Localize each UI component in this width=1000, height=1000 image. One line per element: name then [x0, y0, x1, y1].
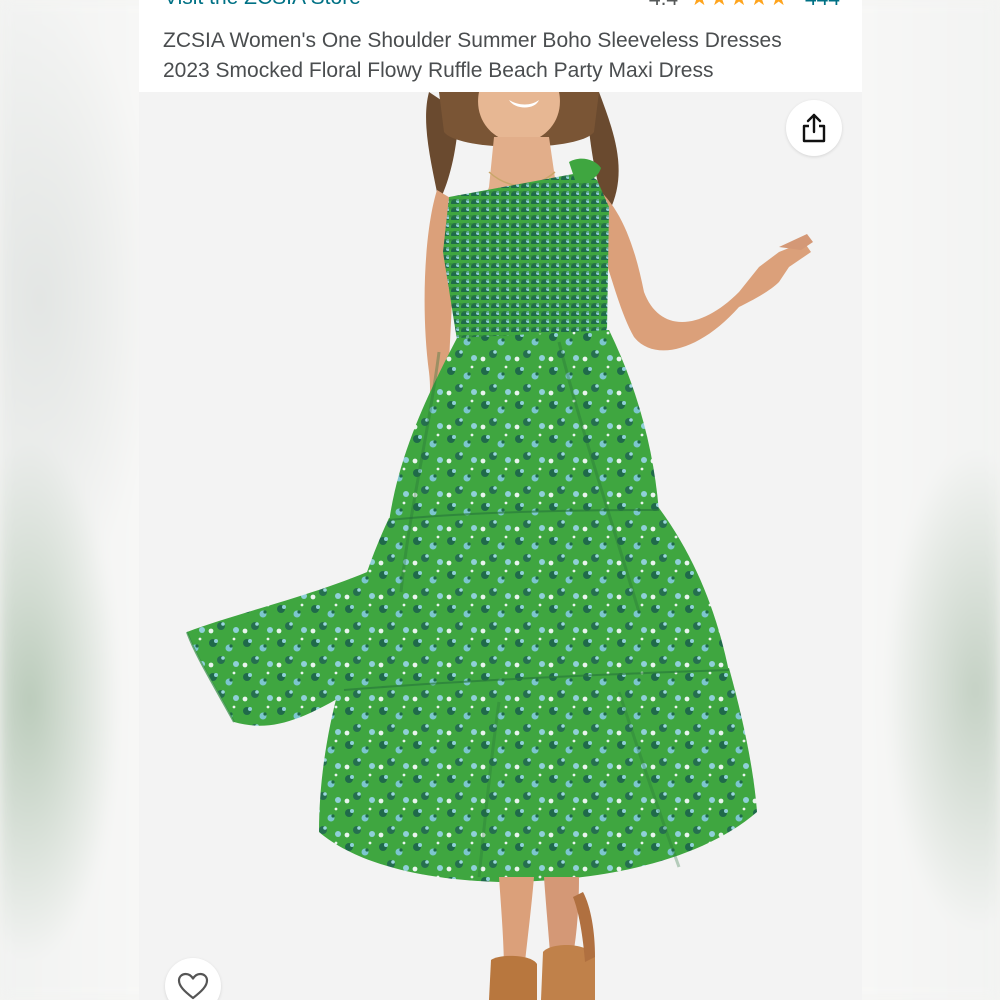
share-icon	[802, 113, 826, 143]
product-detail-screen: Visit the ZCSIA Store 4.4 ★★★★★ 444 ZCSI…	[139, 0, 862, 1000]
share-button[interactable]	[786, 100, 842, 156]
star-rating-icon: ★★★★★	[690, 0, 789, 10]
rating-value: 4.4	[649, 0, 678, 10]
heart-icon	[177, 972, 209, 1000]
store-rating-row: Visit the ZCSIA Store 4.4 ★★★★★ 444	[139, 0, 862, 10]
visit-store-link[interactable]: Visit the ZCSIA Store	[164, 0, 361, 10]
product-title: ZCSIA Women's One Shoulder Summer Boho S…	[163, 29, 782, 82]
rating-summary[interactable]: 4.4 ★★★★★ 444	[649, 0, 840, 11]
rating-count[interactable]: 444	[805, 0, 840, 10]
dress-photo-illustration	[186, 92, 813, 1000]
product-image[interactable]	[139, 92, 862, 1000]
